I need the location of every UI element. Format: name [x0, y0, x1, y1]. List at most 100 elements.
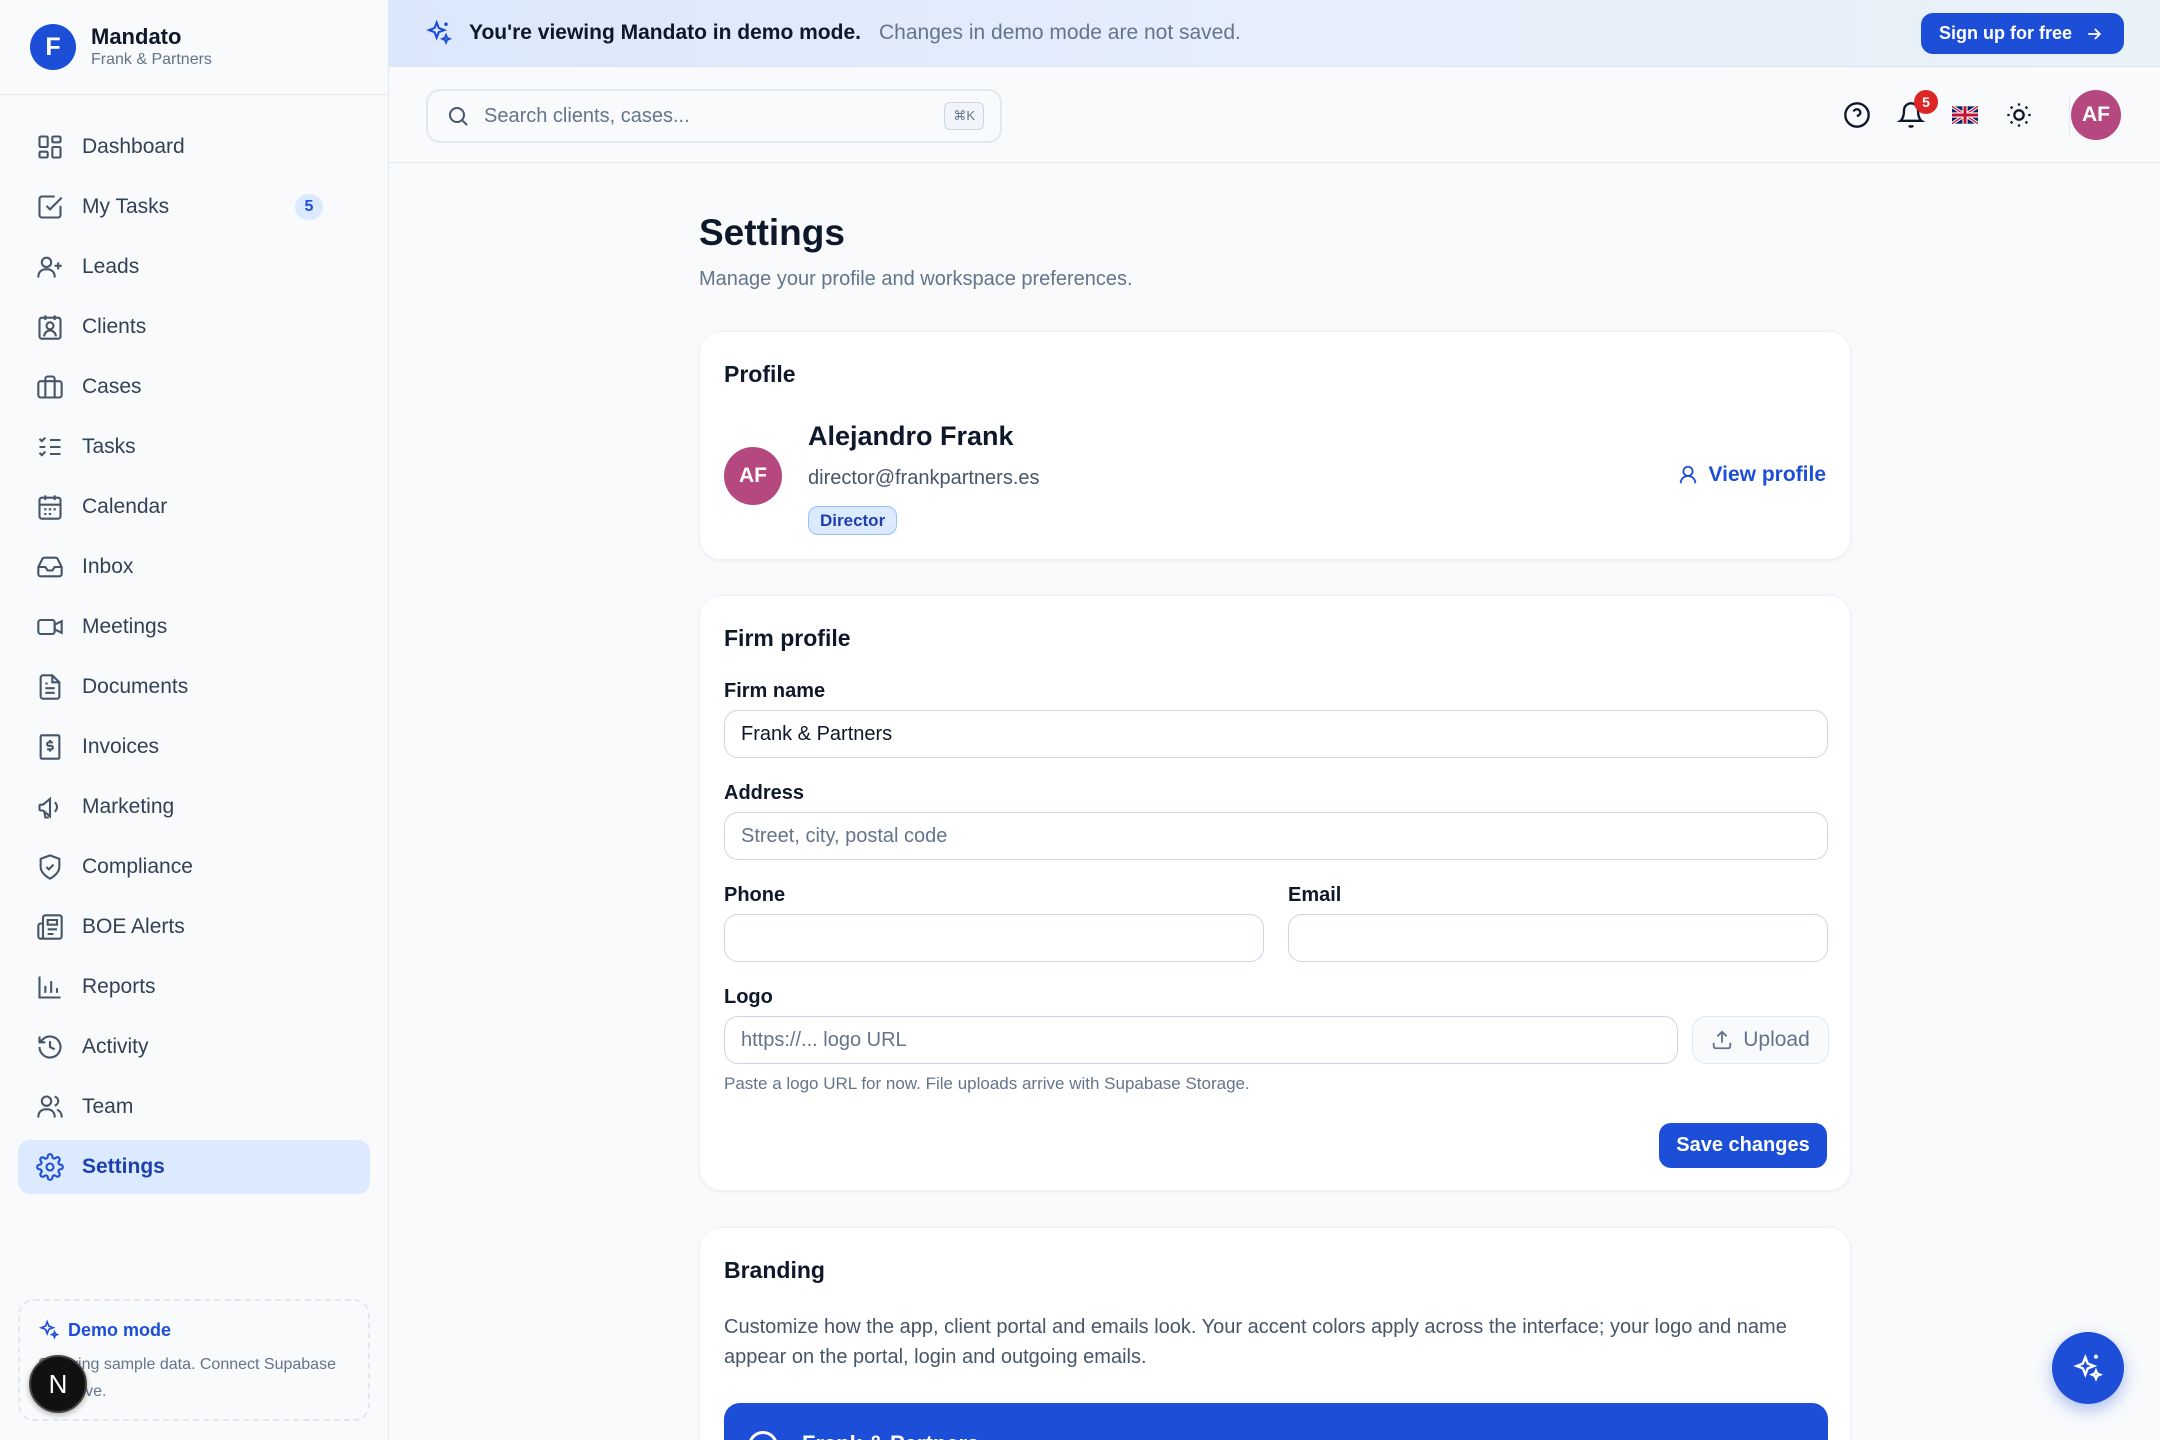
sidebar-item-cases[interactable]: Cases — [18, 360, 370, 414]
sidebar-item-tasks[interactable]: Tasks — [18, 420, 370, 474]
firm-name-label: Firm name — [724, 680, 826, 702]
list-checks-icon — [38, 436, 61, 457]
sidebar-item-team[interactable]: Team — [18, 1080, 370, 1134]
gear-icon — [36, 1153, 64, 1181]
upload-icon — [1713, 1030, 1732, 1050]
email-label: Email — [1288, 884, 1342, 906]
sidebar-item-label: Invoices — [82, 735, 160, 758]
sidebar-item-label: Dashboard — [82, 135, 185, 158]
theme-toggle-button[interactable] — [2001, 97, 2037, 133]
devtools-badge[interactable]: N — [29, 1355, 87, 1413]
search-placeholder: Search clients, cases... — [484, 104, 690, 127]
branding-preview: Frank & Partners — [724, 1403, 1828, 1440]
firm-section-title: Firm profile — [724, 625, 851, 651]
sun-icon — [2007, 103, 2031, 127]
address-label: Address — [724, 782, 805, 804]
demo-mode-title: Demo mode — [38, 1319, 350, 1341]
inbox-icon — [37, 556, 63, 578]
logo-url-field[interactable]: https://... logo URL — [724, 1016, 1678, 1064]
sidebar-item-meetings[interactable]: Meetings — [18, 600, 370, 654]
ai-assistant-button[interactable] — [2052, 1332, 2124, 1404]
role-badge: Director — [808, 506, 898, 535]
profile-section-title: Profile — [724, 361, 796, 387]
profile-card: Profile AF Alejandro Frank director@fran… — [699, 331, 1851, 560]
demo-banner: You're viewing Mandato in demo mode. Cha… — [389, 0, 2160, 67]
video-icon — [37, 618, 63, 636]
sidebar-item-label: Clients — [82, 315, 147, 338]
email-field[interactable] — [1288, 914, 1828, 962]
user-icon — [1679, 465, 1696, 484]
save-changes-button[interactable]: Save changes — [1659, 1123, 1827, 1168]
sidebar-item-label: Reports — [82, 975, 156, 998]
sidebar-item-boe-alerts[interactable]: BOE Alerts — [18, 900, 370, 954]
user-avatar[interactable]: AF — [2071, 90, 2121, 140]
profile-name: Alejandro Frank — [808, 421, 1014, 451]
sidebar-item-my-tasks[interactable]: My Tasks 5 — [18, 180, 370, 234]
brand-logo: F — [30, 24, 76, 70]
top-toolbar: Search clients, cases... ⌘K 5 AF — [389, 67, 2160, 163]
sidebar-item-label: Compliance — [82, 855, 193, 878]
logo-help-text: Paste a logo URL for now. File uploads a… — [724, 1074, 1250, 1093]
check-square-icon — [38, 195, 63, 219]
sidebar-item-inbox[interactable]: Inbox — [18, 540, 370, 594]
sidebar-item-label: Team — [82, 1095, 134, 1118]
phone-label: Phone — [724, 884, 786, 906]
sign-up-button[interactable]: Sign up for free — [1920, 13, 2124, 54]
toolbar-divider — [2069, 95, 2070, 135]
user-plus-icon — [37, 256, 62, 278]
sparkles-icon — [426, 19, 453, 45]
profile-avatar: AF — [724, 447, 782, 505]
sidebar-item-label: Settings — [82, 1155, 165, 1178]
sidebar-item-label: My Tasks — [82, 195, 170, 218]
search-shortcut: ⌘K — [944, 102, 984, 130]
users-icon — [37, 1095, 63, 1118]
sidebar-item-leads[interactable]: Leads — [18, 240, 370, 294]
uk-flag-icon — [1952, 106, 1978, 124]
view-profile-link[interactable]: View profile — [1677, 463, 1826, 487]
megaphone-icon — [38, 796, 59, 819]
brand-name: Mandato — [91, 24, 182, 49]
shield-check-icon — [39, 854, 61, 880]
sidebar-item-invoices[interactable]: Invoices — [18, 720, 370, 774]
sidebar-item-label: BOE Alerts — [82, 915, 185, 938]
sidebar-item-dashboard[interactable]: Dashboard — [18, 120, 370, 174]
sidebar-item-calendar[interactable]: Calendar — [18, 480, 370, 534]
sidebar-item-compliance[interactable]: Compliance — [18, 840, 370, 894]
newspaper-icon — [37, 914, 63, 940]
briefcase-icon — [37, 375, 63, 399]
brand[interactable]: F Mandato Frank & Partners — [0, 0, 388, 95]
help-button[interactable] — [1839, 97, 1875, 133]
sidebar-item-settings[interactable]: Settings — [18, 1140, 370, 1194]
search-icon — [449, 107, 468, 126]
firm-name-field[interactable]: Frank & Partners — [724, 710, 1828, 758]
sparkles-icon — [2073, 1353, 2104, 1382]
sidebar-item-label: Tasks — [82, 435, 136, 458]
sidebar-item-activity[interactable]: Activity — [18, 1020, 370, 1074]
bar-chart-icon — [38, 976, 61, 999]
contact-icon — [38, 315, 62, 340]
page-subtitle: Manage your profile and workspace prefer… — [699, 268, 1133, 290]
sidebar-item-marketing[interactable]: Marketing — [18, 780, 370, 834]
sidebar-item-reports[interactable]: Reports — [18, 960, 370, 1014]
brand-subtitle: Frank & Partners — [91, 51, 212, 68]
sidebar-item-label: Meetings — [82, 615, 168, 638]
phone-field[interactable] — [724, 914, 1264, 962]
sparkles-icon — [38, 1319, 60, 1340]
sidebar-item-documents[interactable]: Documents — [18, 660, 370, 714]
language-button[interactable] — [1947, 97, 1983, 133]
upload-button[interactable]: Upload — [1692, 1016, 1829, 1064]
receipt-dollar-icon — [39, 734, 61, 760]
page-title: Settings — [699, 212, 845, 253]
sidebar-item-label: Documents — [82, 675, 189, 698]
branding-section-title: Branding — [724, 1257, 825, 1283]
notifications-count: 5 — [1914, 90, 1938, 114]
sidebar-item-clients[interactable]: Clients — [18, 300, 370, 354]
search-input[interactable]: Search clients, cases... ⌘K — [426, 89, 1002, 143]
calendar-icon — [38, 495, 62, 520]
tasks-count-badge: 5 — [295, 194, 323, 220]
branding-card: Branding Customize how the app, client p… — [699, 1227, 1851, 1440]
sidebar-item-label: Cases — [82, 375, 142, 398]
preview-firm-name: Frank & Partners — [802, 1431, 979, 1440]
logo-label: Logo — [724, 986, 773, 1008]
address-field[interactable]: Street, city, postal code — [724, 812, 1828, 860]
